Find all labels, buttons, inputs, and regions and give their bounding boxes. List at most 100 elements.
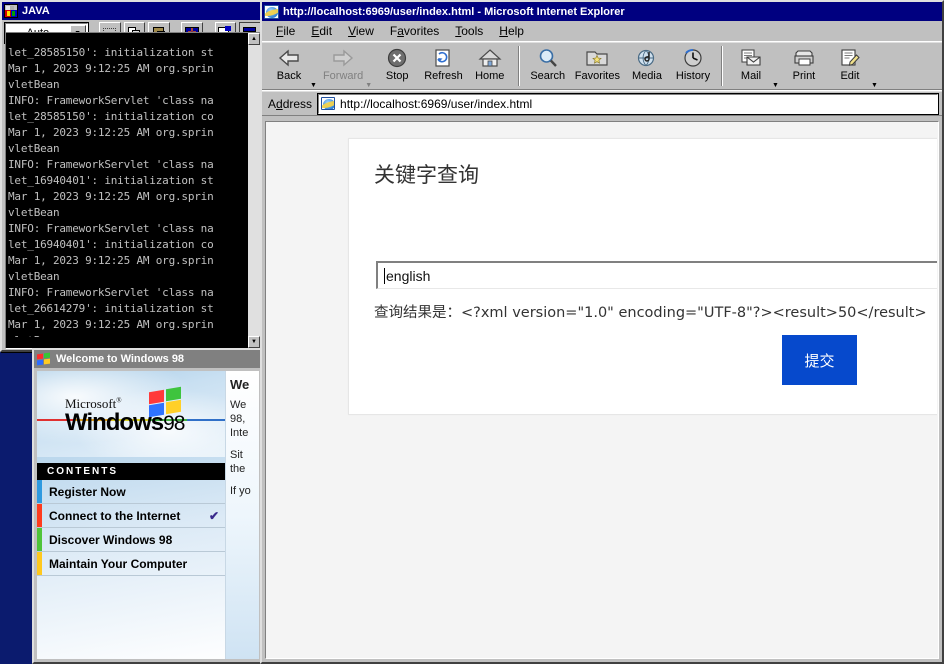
media-button[interactable]: Media <box>624 45 670 82</box>
ie-address-bar: Address http://localhost:6969/user/index… <box>262 91 942 115</box>
accent-bar <box>37 480 42 503</box>
welcome-right-heading: We <box>230 377 250 392</box>
scroll-up-icon[interactable]: ▲ <box>248 33 260 45</box>
scroll-down-icon[interactable]: ▼ <box>248 336 260 348</box>
windows-flag-icon <box>37 352 52 366</box>
desktop: JAVA Auto ▼ let_28585150': initializatio… <box>0 0 944 664</box>
history-button[interactable]: History <box>670 45 716 82</box>
address-label: Address <box>268 96 313 111</box>
toolbar-divider <box>517 46 520 86</box>
accent-bar <box>37 552 42 575</box>
mail-button-label: Mail <box>740 70 762 82</box>
contents-header: CONTENTS <box>37 463 225 480</box>
favorites-button-label: Favorites <box>574 70 620 82</box>
welcome-menu-item-connect-to-the-internet[interactable]: Connect to the Internet ✔ <box>37 504 225 528</box>
welcome-menu-item-maintain-your-computer[interactable]: Maintain Your Computer <box>37 552 225 576</box>
menu-favorites-rest: vorites <box>403 23 440 38</box>
edit-button-label: Edit <box>840 70 860 82</box>
welcome-window-titlebar[interactable]: Welcome to Windows 98 <box>34 350 262 368</box>
home-button[interactable]: Home <box>467 45 513 82</box>
edit-button[interactable]: Edit <box>827 45 873 82</box>
windows-flag-logo-icon <box>149 386 185 418</box>
java-console-window[interactable]: JAVA Auto ▼ let_28585150': initializatio… <box>0 0 266 352</box>
menu-help[interactable]: Help <box>491 23 532 39</box>
welcome-to-windows-98-window[interactable]: Welcome to Windows 98 Microsoft® Windows… <box>32 348 264 664</box>
stop-icon <box>386 46 408 70</box>
favorites-folder-icon <box>585 46 609 70</box>
menu-view-rest: iew <box>355 23 374 38</box>
internet-explorer-window[interactable]: http://localhost:6969/user/index.html - … <box>260 0 944 664</box>
favorites-button[interactable]: Favorites <box>571 45 624 82</box>
media-globe-icon <box>636 46 658 70</box>
history-clock-icon <box>682 46 704 70</box>
stop-button-label: Stop <box>385 70 409 82</box>
refresh-icon <box>432 46 454 70</box>
media-button-label: Media <box>632 70 662 82</box>
print-button-label: Print <box>792 70 816 82</box>
toolbar-overflow-chevron-down-icon[interactable]: ▼ <box>871 82 880 89</box>
menu-view[interactable]: View <box>340 23 382 39</box>
forward-button-label: Forward <box>322 70 364 82</box>
back-dropdown-chevron-down-icon[interactable]: ▼ <box>310 82 319 89</box>
ie-content-area: 关键字查询 english 查询结果是：<?xml version="1.0" … <box>265 121 939 659</box>
welcome-window-title: Welcome to Windows 98 <box>56 353 185 365</box>
mail-button[interactable]: Mail <box>728 45 774 82</box>
forward-dropdown-chevron-down-icon[interactable]: ▼ <box>365 82 374 89</box>
internet-explorer-icon <box>264 4 279 19</box>
menu-item-label: Connect to the Internet <box>49 508 181 523</box>
java-console-log: let_28585150': initialization st Mar 1, … <box>6 44 247 337</box>
menu-file-rest: ile <box>283 23 296 38</box>
back-button[interactable]: Back <box>266 45 312 82</box>
keyword-input-value: english <box>386 267 431 284</box>
menu-tools-rest: ools <box>461 23 484 38</box>
mail-icon <box>739 46 763 70</box>
ie-address-row: Address http://localhost:6969/user/index… <box>262 90 942 116</box>
query-result-text: 查询结果是：<?xml version="1.0" encoding="UTF-… <box>374 305 927 321</box>
menu-file[interactable]: File <box>268 23 303 39</box>
menu-help-rest: elp <box>507 23 524 38</box>
scrollbar-track[interactable] <box>248 45 260 336</box>
menu-edit[interactable]: Edit <box>303 23 340 39</box>
menu-item-label: Discover Windows 98 <box>49 532 173 547</box>
welcome-window-body: Microsoft® Windows98 CONTENTS Register N… <box>37 371 259 659</box>
forward-button[interactable]: Forward <box>319 45 367 82</box>
ie-titlebar[interactable]: http://localhost:6969/user/index.html - … <box>262 2 942 21</box>
mail-dropdown-chevron-down-icon[interactable]: ▼ <box>772 82 781 89</box>
ie-menu-bar: File Edit View Favorites Tools Help <box>262 21 942 41</box>
welcome-right-paragraph-3: If yo <box>230 485 251 497</box>
forward-arrow-icon <box>330 46 356 70</box>
refresh-button[interactable]: Refresh <box>420 45 467 82</box>
java-console-titlebar[interactable]: JAVA <box>2 2 264 20</box>
search-button-label: Search <box>530 70 566 82</box>
java-console-output-area: let_28585150': initialization st Mar 1, … <box>5 32 261 349</box>
query-card: 关键字查询 english 查询结果是：<?xml version="1.0" … <box>348 138 937 415</box>
keyword-input[interactable]: english <box>376 261 937 289</box>
submit-button-label: 提交 <box>804 351 835 370</box>
ie-window-title: http://localhost:6969/user/index.html - … <box>283 5 625 18</box>
page-globe-icon <box>321 97 336 110</box>
back-button-label: Back <box>276 70 302 82</box>
address-input[interactable]: http://localhost:6969/user/index.html <box>317 92 939 115</box>
stop-button[interactable]: Stop <box>374 45 420 82</box>
menu-item-label: Maintain Your Computer <box>49 556 188 571</box>
welcome-menu-item-discover-windows-98[interactable]: Discover Windows 98 <box>37 528 225 552</box>
welcome-right-paragraph-2: Sit the <box>230 449 246 475</box>
menu-item-label: Register Now <box>49 484 126 499</box>
text-caret <box>384 267 385 284</box>
search-icon <box>537 46 559 70</box>
search-button[interactable]: Search <box>525 45 571 82</box>
accent-bar <box>37 528 42 551</box>
print-button[interactable]: Print <box>781 45 827 82</box>
welcome-right-paragraph-1: We 98, Inte <box>230 399 249 439</box>
page-title: 关键字查询 <box>374 163 479 187</box>
java-cup-icon <box>4 4 18 18</box>
submit-button[interactable]: 提交 <box>782 335 857 385</box>
home-icon <box>478 46 502 70</box>
java-console-scrollbar[interactable]: ▲ ▼ <box>247 33 260 348</box>
menu-tools[interactable]: Tools <box>447 23 491 39</box>
welcome-menu-item-register-now[interactable]: Register Now <box>37 480 225 504</box>
edit-page-icon <box>839 46 861 70</box>
menu-edit-rest: dit <box>319 23 333 38</box>
address-value: http://localhost:6969/user/index.html <box>340 96 533 111</box>
menu-favorites[interactable]: Favorites <box>382 23 447 39</box>
